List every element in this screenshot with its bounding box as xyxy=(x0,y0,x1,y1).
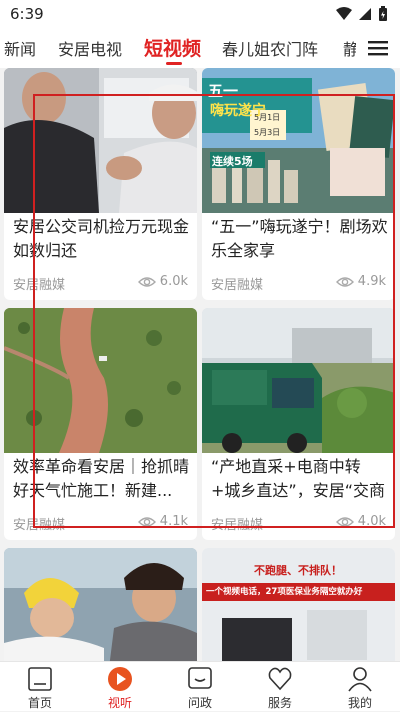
thumbnail-badge-text: 连续5场 xyxy=(212,155,253,168)
nav-video[interactable]: 视听 xyxy=(90,664,150,712)
active-tab-indicator xyxy=(166,62,182,65)
nav-inquiry-label: 问政 xyxy=(187,696,212,710)
user-icon xyxy=(348,667,372,692)
video-source: 安居融媒 xyxy=(13,278,66,293)
video-card[interactable]: 效率革命看安居｜抢抓晴好天气忙施工！新建... 安居融媒 4.1k xyxy=(4,308,197,540)
video-source: 安居融媒 xyxy=(13,518,66,533)
video-card[interactable]: 五一 嗨玩遂宁 5月1日 5月3日 连续5场 “五一”嗨玩遂宁！剧场欢乐全家享 … xyxy=(202,68,395,300)
view-count: 4.9k xyxy=(335,274,386,289)
video-thumbnail[interactable] xyxy=(202,308,395,453)
tab-short-video[interactable]: 短视频 xyxy=(144,34,201,61)
thumbnail-banner-text: 一个视频电话，27项医保业务隔空就办好 xyxy=(206,587,363,597)
video-card[interactable]: 安居公交司机捡万元现金如数归还 安居融媒 6.0k xyxy=(4,68,197,300)
view-count: 4.1k xyxy=(137,514,188,529)
home-icon xyxy=(28,667,52,691)
play-icon xyxy=(108,667,132,691)
bottom-nav: 首页 视听 问政 服务 我的 xyxy=(0,661,400,711)
view-count-value: 6.0k xyxy=(159,274,188,289)
battery-icon xyxy=(379,6,387,21)
nav-service-label: 服务 xyxy=(267,696,292,710)
video-thumbnail[interactable]: 不跑腿、不排队！ 一个视频电话，27项医保业务隔空就办好 xyxy=(202,548,395,661)
video-thumbnail[interactable] xyxy=(4,308,197,453)
hamburger-icon xyxy=(368,41,388,56)
video-card[interactable]: 不跑腿、不排队！ 一个视频电话，27项医保业务隔空就办好 xyxy=(202,548,395,661)
video-title[interactable]: “产地直采+电商中转+城乡直达”，安居“交商邮... xyxy=(211,455,389,503)
view-count-value: 4.9k xyxy=(357,274,386,289)
thumbnail-date-text: 5月3日 xyxy=(254,128,281,137)
nav-inquiry[interactable]: 问政 xyxy=(170,664,230,712)
channel-menu-button[interactable] xyxy=(356,28,400,68)
thumbnail-banner-text: 五一 xyxy=(208,82,239,100)
video-source: 安居融媒 xyxy=(211,278,264,293)
video-thumbnail[interactable] xyxy=(4,548,197,661)
view-count: 6.0k xyxy=(137,274,188,289)
view-count-value: 4.1k xyxy=(159,514,188,529)
status-bar: 6:39 xyxy=(0,0,400,28)
nav-video-label: 视听 xyxy=(107,696,132,710)
tab-news[interactable]: 新闻 xyxy=(4,36,36,60)
tab-anju-tv[interactable]: 安居电视 xyxy=(58,36,122,60)
video-card[interactable]: “产地直采+电商中转+城乡直达”，安居“交商邮... 安居融媒 4.0k xyxy=(202,308,395,540)
thumbnail-banner-text: 不跑腿、不排队！ xyxy=(254,564,342,577)
wifi-icon xyxy=(336,7,352,20)
heart-icon xyxy=(268,667,292,691)
nav-home-label: 首页 xyxy=(27,696,52,710)
eye-icon xyxy=(335,276,354,287)
eye-icon xyxy=(335,516,354,527)
video-card[interactable] xyxy=(4,548,197,661)
eye-icon xyxy=(137,276,156,287)
nav-service[interactable]: 服务 xyxy=(250,664,310,712)
nav-profile-label: 我的 xyxy=(347,696,372,710)
view-count-value: 4.0k xyxy=(357,514,386,529)
video-source: 安居融媒 xyxy=(211,518,264,533)
video-title[interactable]: 安居公交司机捡万元现金如数归还 xyxy=(13,215,191,263)
eye-icon xyxy=(137,516,156,527)
nav-home[interactable]: 首页 xyxy=(10,664,70,712)
tab-chunerjie[interactable]: 春儿姐农门阵 xyxy=(222,36,318,60)
video-thumbnail[interactable]: 五一 嗨玩遂宁 5月1日 5月3日 连续5场 xyxy=(202,68,395,213)
status-time: 6:39 xyxy=(10,5,44,23)
nav-profile[interactable]: 我的 xyxy=(330,664,390,712)
video-title[interactable]: 效率革命看安居｜抢抓晴好天气忙施工！新建... xyxy=(13,455,191,503)
video-thumbnail[interactable] xyxy=(4,68,197,213)
view-count: 4.0k xyxy=(335,514,386,529)
video-title[interactable]: “五一”嗨玩遂宁！剧场欢乐全家享 xyxy=(211,215,389,263)
inquiry-icon xyxy=(188,667,212,689)
thumbnail-date-text: 5月1日 xyxy=(254,113,281,122)
video-feed: 安居公交司机捡万元现金如数归还 安居融媒 6.0k 五一 嗨玩遂宁 5月1日 5… xyxy=(0,68,400,661)
channel-tabs: 新闻 安居电视 短视频 春儿姐农门阵 静 xyxy=(0,28,400,68)
signal-icon xyxy=(359,8,371,20)
status-icons xyxy=(336,6,388,22)
